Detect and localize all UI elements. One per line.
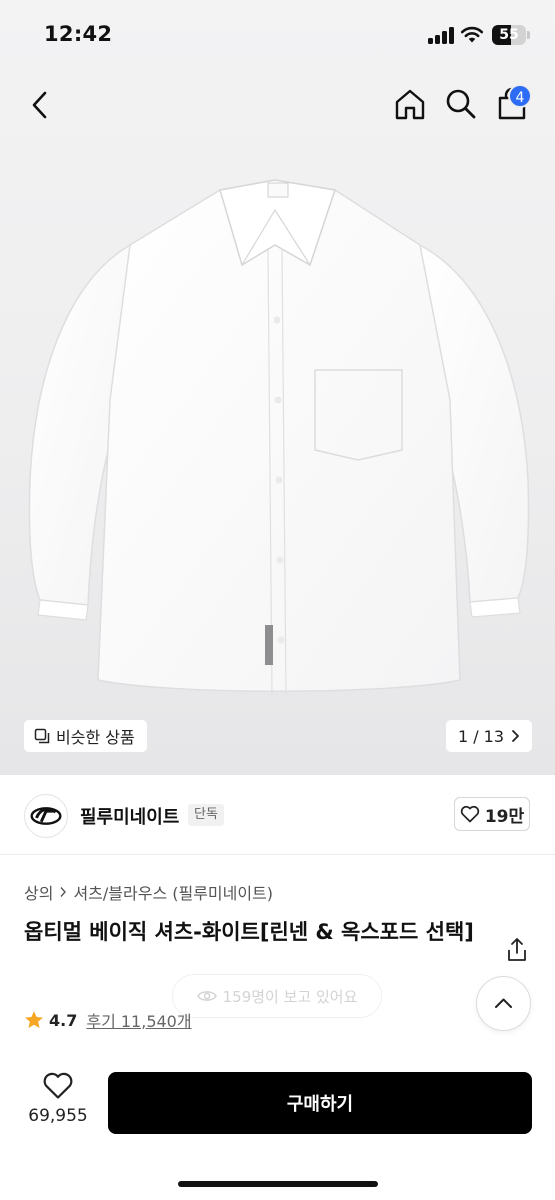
chevron-right-icon (512, 730, 519, 742)
battery-cap (527, 31, 530, 39)
status-time: 12:42 (44, 22, 113, 46)
breadcrumb-category[interactable]: 상의 (24, 880, 53, 904)
status-bar: 12:42 55 (0, 0, 555, 72)
search-icon[interactable] (444, 87, 478, 121)
buy-button[interactable]: 구매하기 (108, 1072, 532, 1134)
brand-like-button[interactable]: 19만 (454, 797, 530, 831)
chevron-right-icon (60, 887, 67, 897)
brand-logo[interactable] (24, 794, 68, 838)
eye-icon (196, 991, 217, 1001)
chevron-up-icon (495, 998, 512, 1008)
share-icon[interactable] (505, 937, 529, 963)
heart-icon (43, 1072, 73, 1099)
rating-row: 4.7 후기 11,540개 (24, 1008, 192, 1032)
wifi-icon (460, 26, 484, 43)
product-image[interactable] (10, 150, 545, 710)
scroll-to-top-button[interactable] (476, 976, 531, 1031)
pager-text: 1 / 13 (457, 726, 505, 746)
battery-icon: 55 (492, 25, 526, 45)
breadcrumb-subcategory[interactable]: 셔츠/블라우스 (필루미네이트) (73, 880, 273, 904)
star-icon (25, 1011, 43, 1028)
similar-products-label: 비슷한 상품 (56, 728, 135, 747)
battery-percent: 55 (499, 27, 519, 43)
brand-row: 필루미네이트 단독 19만 (0, 775, 555, 855)
similar-products-icon (34, 728, 50, 744)
heart-icon (460, 805, 480, 823)
wishlist-count: 69,955 (28, 1106, 88, 1126)
viewers-toast: 159명이 보고 있어요 (172, 974, 382, 1018)
review-count-link[interactable]: 후기 11,540개 (86, 1008, 191, 1032)
rating-value: 4.7 (49, 1010, 78, 1030)
home-indicator (178, 1181, 378, 1187)
brand-name[interactable]: 필루미네이트 (80, 803, 179, 829)
breadcrumb: 상의 셔츠/블라우스 (필루미네이트) (24, 880, 273, 904)
home-icon[interactable] (392, 86, 428, 122)
wishlist-button[interactable]: 69,955 (20, 1072, 96, 1132)
exclusive-tag: 단독 (188, 804, 224, 826)
cart-count-badge: 4 (508, 84, 532, 108)
brand-like-count: 19만 (484, 806, 525, 827)
image-pager[interactable]: 1 / 13 (446, 720, 532, 752)
similar-products-button[interactable]: 비슷한 상품 (24, 720, 147, 752)
cellular-signal-icon (428, 27, 454, 44)
viewers-text: 159명이 보고 있어요 (222, 987, 358, 1006)
product-title: 옵티멀 베이직 셔츠-화이트[린넨 & 옥스포드 선택] (24, 920, 474, 944)
back-button[interactable] (24, 88, 58, 122)
